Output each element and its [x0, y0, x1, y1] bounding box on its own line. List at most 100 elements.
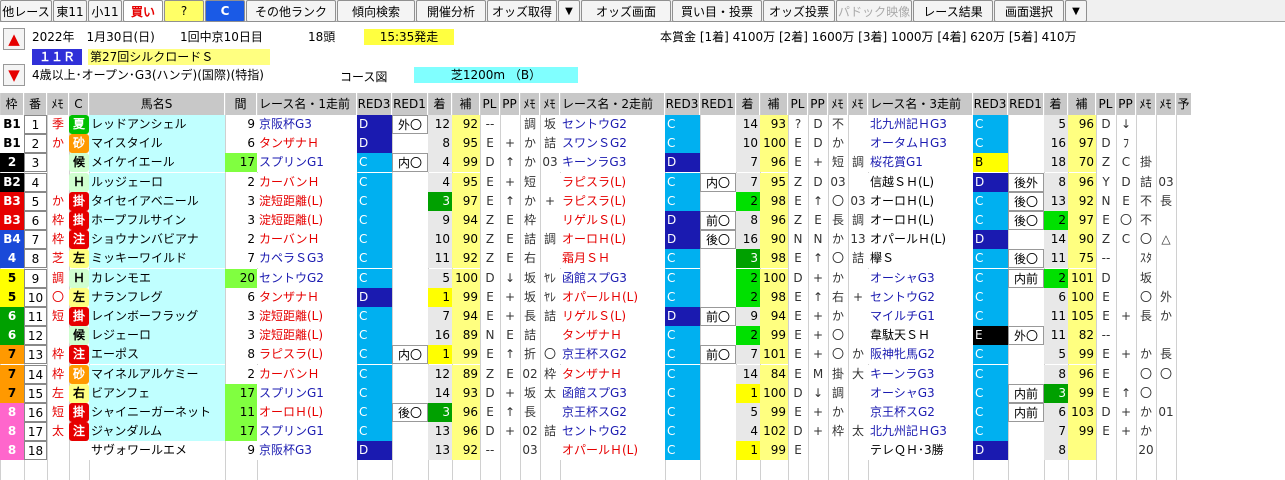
cell-horse-name[interactable]: タイセイアベニール [89, 191, 225, 211]
cell-horse-name[interactable]: マイネルアルケミー [89, 364, 225, 384]
header-race3-red3[interactable]: RED3 [973, 93, 1008, 115]
table-row[interactable]: 5 9 調 Ｈ カレンモエ 20 セントウG2 C 5 100 D ↓ 坂ﾔﾚ 函館スプG3 C 2 100 D +… [0, 268, 1285, 288]
header-race3[interactable]: レース名・3走前 [868, 93, 973, 115]
cell-race3-pl: D [1101, 117, 1111, 131]
table-row[interactable]: 6 12 候レジェーロ 3 淀短距離(L) C 16 89 N E 詰タンザナＨ C 2 99 E + 〇韋駄天… [0, 326, 1285, 346]
header-race3-red1[interactable]: RED1 [1008, 93, 1044, 115]
header-race1-memo2[interactable]: ﾒﾓ [540, 93, 560, 115]
cell-number: 15 [24, 383, 47, 403]
bet-vote-button[interactable]: 買い目・投票 [672, 0, 762, 22]
table-row[interactable]: B4 7 枠注ショウナンバビアナ 2 カーバンＨ C 10 90 Z E 詰調オーロＨ(L) D 後〇 1… [0, 230, 1285, 250]
cell-horse-name[interactable]: ミッキーワイルド [89, 249, 225, 269]
meeting-analysis-button[interactable]: 開催分析 [416, 0, 486, 22]
header-race2[interactable]: レース名・2走前 [560, 93, 665, 115]
header-race1-score[interactable]: 補 [452, 93, 480, 115]
cell-horse-name[interactable]: ホープフルサイン [89, 211, 225, 230]
table-row[interactable]: B1 2 か砂マイスタイル 6 タンザナＨ D 8 95 E + か詰スワンＳG2 C 10 100 E D か… [0, 134, 1285, 154]
header-race3-pp[interactable]: PP [1116, 93, 1136, 115]
header-race2-pl[interactable]: PL [788, 93, 808, 115]
prev-race-icon[interactable]: ▲ [3, 28, 25, 50]
cell-race3-memo2 [1156, 153, 1176, 172]
header-race2-memo1[interactable]: ﾒﾓ [828, 93, 848, 115]
table-row[interactable]: 6 11 短掛レインボーフラッグ 3 淀短距離(L) C 7 94 E + 長詰リゲルＳ(L) D 前〇… [0, 307, 1285, 326]
table-row[interactable]: 7 13 枠注エーポス 8 ラピスラ(L) C 内〇 1 99 E ↑ 折〇京王杯スG2 C 前〇 7 101… [0, 345, 1285, 365]
cell-race2-pp: + [812, 270, 824, 285]
header-race2-memo2[interactable]: ﾒﾓ [848, 93, 868, 115]
cell-race3-pp: C [1121, 155, 1131, 170]
cell-horse-name[interactable]: レインボーフラッグ [89, 307, 225, 326]
table-row[interactable]: B1 1 季夏レッドアンシェル 9 京阪杯G3 D 外〇 12 92 -- 調坂セントウG2 C 14 9… [0, 115, 1285, 134]
table-row[interactable]: B3 6 枠掛ホープフルサイン 3 淀短距離(L) C 9 94 Z E 枠リゲルＳ(L) D 前〇 8 9… [0, 211, 1285, 230]
other-race-button[interactable]: 他レース [0, 0, 52, 22]
table-row[interactable]: 7 15 左右ビアンフェ 17 スプリンG1 C 14 93 D + 坂太函館スプG3 C 1 100 D ↓… [0, 383, 1285, 403]
other-rank-button[interactable]: その他ランク [246, 0, 336, 22]
header-race3-memo2[interactable]: ﾒﾓ [1156, 93, 1176, 115]
table-row[interactable]: 8 18 サヴォワールエメ 9 京阪杯G3 D 13 92 -- 03 オパールＨ(L) C 1 99 E テ… [0, 441, 1285, 461]
cell-horse-name[interactable]: レッドアンシェル [89, 115, 225, 134]
cell-horse-name[interactable]: ナランフレグ [89, 287, 225, 307]
table-row[interactable]: B2 4 Ｈ ルッジェーロ 2 カーバンＨ C 4 95 E + 短ラピスラ(L) C 内〇 7 95 Z D 03… [0, 172, 1285, 192]
cell-horse-name[interactable]: レジェーロ [89, 326, 225, 346]
cell-horse-name[interactable]: カレンモエ [89, 268, 225, 288]
race-result-button[interactable]: レース結果 [913, 0, 993, 22]
header-race2-pp[interactable]: PP [808, 93, 828, 115]
cell-interval: 7 [247, 251, 255, 266]
header-race1-pl[interactable]: PL [480, 93, 500, 115]
header-race2-place[interactable]: 着 [736, 93, 760, 115]
header-race2-red3[interactable]: RED3 [665, 93, 700, 115]
header-race1[interactable]: レース名・1走前 [257, 93, 357, 115]
header-race2-score[interactable]: 補 [760, 93, 788, 115]
cell-horse-name[interactable]: ショウナンバビアナ [89, 230, 225, 250]
paddock-video-button[interactable]: パドック映像 [836, 0, 912, 22]
header-number[interactable]: 番 [24, 93, 47, 115]
header-race3-pl[interactable]: PL [1096, 93, 1116, 115]
screen-select-dropdown-icon[interactable]: ▼ [1065, 0, 1087, 22]
table-row[interactable]: B3 5 か掛タイセイアベニール 3 淀短距離(L) C 3 97 E ↑ か + ラピスラ(L) C 2 9… [0, 191, 1285, 211]
table-row[interactable]: 8 16 短掛シャイニーガーネット 11 オーロＨ(L) C 後〇 3 96 E ↑ 長京王杯スG2 C… [0, 403, 1285, 422]
header-horse-name[interactable]: 馬名S [89, 93, 225, 115]
table-row[interactable]: 5 10 〇左ナランフレグ 6 タンザナＨ D 1 99 E + 坂ﾔﾚ オパールＨ(L) C 2 98 E ↑… [0, 287, 1285, 307]
cell-horse-name[interactable]: マイスタイル [89, 134, 225, 154]
cell-horse-name[interactable]: ビアンフェ [89, 383, 225, 403]
header-race1-red1[interactable]: RED1 [392, 93, 428, 115]
table-row[interactable]: 2 3 候メイケイエール 17 スプリンG1 C 内〇 4 99 D ↑ か 03 キーンラG3 D 7 96 E… [0, 153, 1285, 173]
odds-screen-button[interactable]: オッズ画面 [581, 0, 671, 22]
header-c[interactable]: C [69, 93, 89, 115]
cell-race1-memo2: ﾔﾚ [543, 289, 556, 304]
kokura-11-button[interactable]: 小11 [88, 0, 122, 22]
header-race3-memo1[interactable]: ﾒﾓ [1136, 93, 1156, 115]
header-race2-red1[interactable]: RED1 [700, 93, 736, 115]
course-info[interactable]: 芝1200m （B） [414, 67, 578, 83]
buy-button[interactable]: 買い [123, 0, 163, 22]
odds-fetch-button[interactable]: オッズ取得 [487, 0, 557, 22]
header-race3-place[interactable]: 着 [1044, 93, 1068, 115]
header-race1-red3[interactable]: RED3 [357, 93, 392, 115]
cell-horse-name[interactable]: ジャンダルム [89, 422, 225, 442]
cell-horse-name[interactable]: サヴォワールエメ [89, 441, 225, 461]
odds-vote-button[interactable]: オッズ投票 [763, 0, 835, 22]
screen-select-button[interactable]: 画面選択 [994, 0, 1064, 22]
header-frame[interactable]: 枠 [0, 93, 24, 115]
cell-horse-name[interactable]: ルッジェーロ [89, 172, 225, 192]
header-memo[interactable]: ﾒﾓ [47, 93, 69, 115]
next-race-icon[interactable]: ▼ [3, 64, 25, 86]
help-button[interactable]: ? [164, 0, 204, 22]
odds-fetch-dropdown-icon[interactable]: ▼ [558, 0, 580, 22]
header-race1-memo1[interactable]: ﾒﾓ [520, 93, 540, 115]
header-forecast[interactable]: 予 [1176, 93, 1192, 115]
trend-search-button[interactable]: 傾向検索 [337, 0, 415, 22]
table-row[interactable]: 4 8 芝左ミッキーワイルド 7 カペラＳG3 C 11 92 Z E 右霜月ＳＨ C 3 98 E ↑ 〇詰欅… [0, 249, 1285, 269]
header-interval[interactable]: 間 [225, 93, 257, 115]
cell-horse-name[interactable]: シャイニーガーネット [89, 403, 225, 422]
cell-horse-name[interactable]: メイケイエール [89, 153, 225, 173]
c-button[interactable]: C [205, 0, 245, 22]
cell-race3-pl: D [1101, 136, 1111, 151]
cell-frame: 8 [0, 422, 24, 442]
table-row[interactable]: 7 14 枠砂マイネルアルケミー 2 カーバンＨ C 12 89 Z E 02 枠タンザナＨ C 14 84… [0, 364, 1285, 384]
table-row[interactable]: 8 17 太注ジャンダルム 17 スプリンG1 C 13 96 D +02 詰セントウG2 C 4 102… [0, 422, 1285, 442]
cell-horse-name[interactable]: エーポス [89, 345, 225, 365]
tokyo-11-button[interactable]: 東11 [53, 0, 87, 22]
header-race1-place[interactable]: 着 [428, 93, 452, 115]
header-race1-pp[interactable]: PP [500, 93, 520, 115]
header-race3-score[interactable]: 補 [1068, 93, 1096, 115]
